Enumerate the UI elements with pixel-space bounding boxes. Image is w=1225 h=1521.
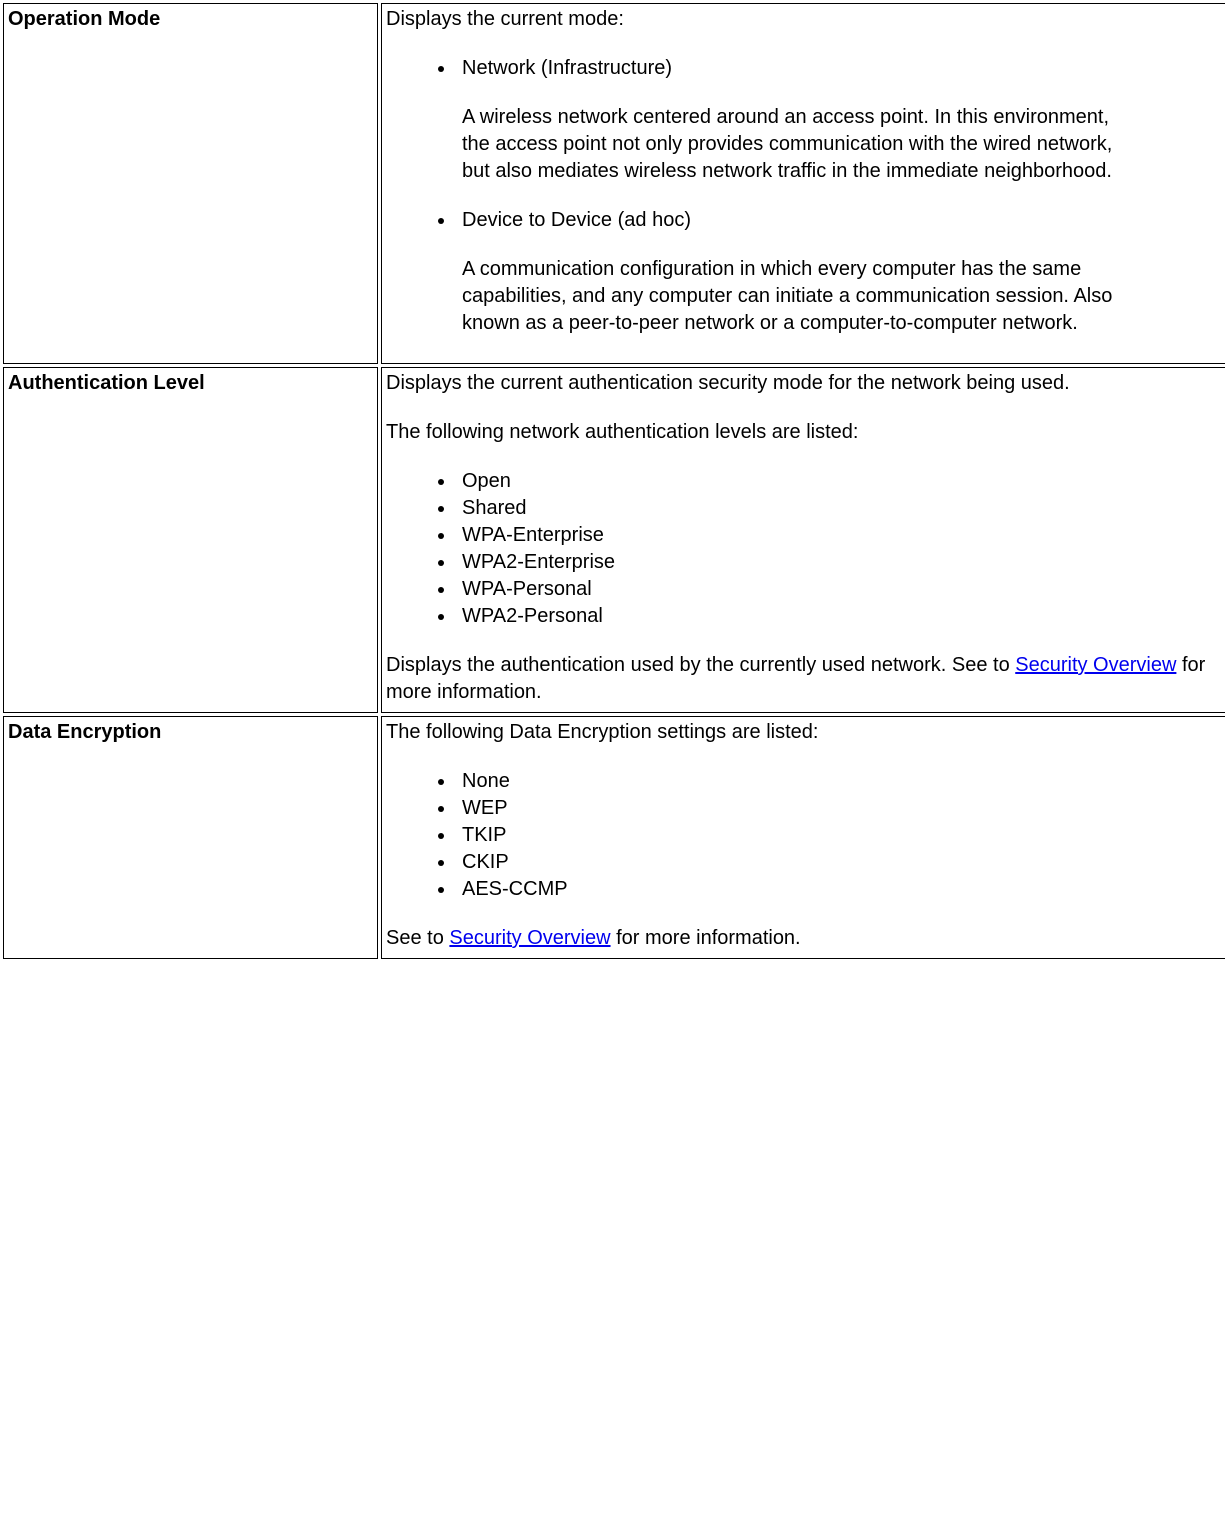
row-data-encryption: Data Encryption The following Data Encry… [3,716,1225,959]
auth-item-wpa-personal: WPA-Personal [456,576,1225,603]
enc-item-tkip: TKIP [456,822,1225,849]
mode-adhoc-title: Device to Device (ad hoc) [462,207,1225,234]
enc-item-aes-ccmp: AES-CCMP [456,876,1225,903]
enc-outro-before: See to [386,927,449,949]
desc-authentication-level: Displays the current authentication secu… [381,367,1225,713]
enc-para1: The following Data Encryption settings a… [386,719,1225,746]
auth-item-wpa-enterprise: WPA-Enterprise [456,522,1225,549]
enc-list: None WEP TKIP CKIP AES-CCMP [386,768,1225,903]
security-overview-link-2[interactable]: Security Overview [449,927,610,949]
auth-list: Open Shared WPA-Enterprise WPA2-Enterpri… [386,468,1225,630]
auth-outro: Displays the authentication used by the … [386,652,1225,706]
enc-item-wep: WEP [456,795,1225,822]
mode-network-title: Network (Infrastructure) [462,55,1225,82]
auth-item-open: Open [456,468,1225,495]
enc-item-none: None [456,768,1225,795]
operation-mode-intro: Displays the current mode: [386,8,624,30]
security-overview-link[interactable]: Security Overview [1015,654,1176,676]
mode-network: Network (Infrastructure) A wireless netw… [456,55,1225,185]
label-data-encryption: Data Encryption [3,716,378,959]
enc-outro-after: for more information. [611,927,801,949]
enc-item-ckip: CKIP [456,849,1225,876]
desc-operation-mode: Displays the current mode: Network (Infr… [381,3,1225,364]
label-operation-mode: Operation Mode [3,3,378,364]
auth-item-shared: Shared [456,495,1225,522]
auth-item-wpa2-personal: WPA2-Personal [456,603,1225,630]
settings-table: Operation Mode Displays the current mode… [0,0,1225,962]
mode-adhoc: Device to Device (ad hoc) A communicatio… [456,207,1225,337]
auth-para1: Displays the current authentication secu… [386,370,1225,397]
operation-mode-list: Network (Infrastructure) A wireless netw… [386,55,1225,337]
enc-outro: See to Security Overview for more inform… [386,925,1225,952]
mode-network-body: A wireless network centered around an ac… [462,104,1225,185]
auth-outro-before: Displays the authentication used by the … [386,654,1015,676]
row-operation-mode: Operation Mode Displays the current mode… [3,3,1225,364]
auth-para2: The following network authentication lev… [386,419,1225,446]
desc-data-encryption: The following Data Encryption settings a… [381,716,1225,959]
label-authentication-level: Authentication Level [3,367,378,713]
row-authentication-level: Authentication Level Displays the curren… [3,367,1225,713]
mode-adhoc-body: A communication configuration in which e… [462,256,1225,337]
auth-item-wpa2-enterprise: WPA2-Enterprise [456,549,1225,576]
